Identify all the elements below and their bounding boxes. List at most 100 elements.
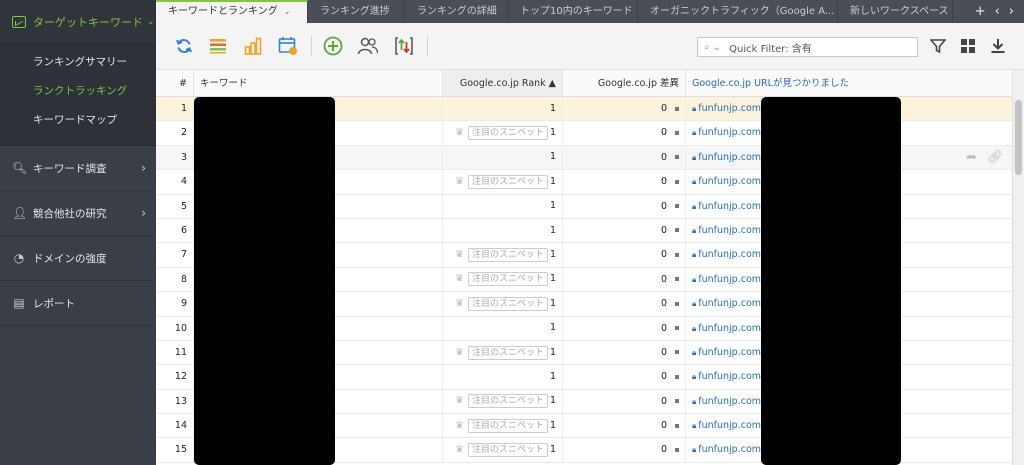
chevron-right-icon[interactable]: ›: [1009, 4, 1014, 19]
sidebar-subitem-ranking-summary[interactable]: ランキングサマリー: [0, 48, 156, 77]
sidebar-item-report[interactable]: ▤ レポート: [0, 281, 156, 326]
snippet-label: 注目のスニペット: [467, 394, 548, 409]
crown-icon: ♛: [454, 273, 464, 285]
users-icon[interactable]: [357, 35, 379, 57]
tab-ranking-progress[interactable]: ランキング進捗: [308, 0, 405, 23]
cell-num: 6: [156, 218, 194, 243]
url-value[interactable]: funfunjp.com/: [698, 127, 764, 138]
featured-snippet-badge: ♛ 注目のスニペット: [455, 268, 548, 291]
add-tab-icon[interactable]: +: [975, 4, 986, 19]
sidebar-subitem-rank-tracking[interactable]: ランクトラッキング: [0, 77, 156, 106]
tab-new-workspace[interactable]: 新しいワークスペース: [838, 0, 953, 23]
url-value[interactable]: funfunjp.com/: [698, 152, 764, 163]
diff-value: 0: [660, 200, 667, 212]
url-value[interactable]: funfunjp.com/: [698, 444, 764, 455]
cell-num: 8: [156, 267, 194, 292]
row-actions: ➦ 🔗︎: [966, 150, 1003, 165]
diff-value: 0: [660, 249, 667, 261]
cell-diff: 0: [563, 340, 686, 365]
url-value[interactable]: funfunjp.com/: [698, 298, 764, 309]
snippet-label: 注目のスニペット: [467, 296, 548, 311]
url-value[interactable]: funfunjp.com/: [698, 103, 764, 114]
tab-label: キーワードとランキング: [168, 6, 278, 17]
chevron-right-icon: ›: [141, 161, 146, 175]
cell-rank: 1: [443, 218, 563, 243]
url-value[interactable]: funfunjp.com/: [698, 420, 764, 431]
lock-icon: 🔒︎: [692, 372, 697, 382]
quick-filter-input[interactable]: ⌕ ⌄ Quick Filter: 含有: [697, 37, 918, 57]
report-icon: ▤: [13, 296, 25, 310]
diff-value: 0: [660, 127, 667, 139]
col-header-num[interactable]: #: [156, 70, 194, 96]
lock-icon: 🔒︎: [692, 347, 697, 357]
download-icon[interactable]: [987, 35, 1009, 57]
tab-organic-traffic[interactable]: オーガニックトラフィック（Google A...: [638, 0, 838, 23]
chevron-left-icon[interactable]: ‹: [995, 4, 1000, 19]
list-icon[interactable]: [207, 35, 229, 57]
rank-value: 1: [549, 249, 556, 261]
diff-value: 0: [660, 176, 667, 188]
filter-icon[interactable]: [927, 35, 949, 57]
chevron-down-icon[interactable]: ⌄: [284, 7, 291, 16]
lock-icon: 🔒︎: [692, 128, 697, 138]
crown-icon: ♛: [454, 419, 464, 431]
sidebar-item-competitor-research[interactable]: 👤︎ 競合他社の研究 ›: [0, 191, 156, 236]
col-header-url[interactable]: Google.co.jp URLが見つかりました: [686, 70, 1012, 96]
grid-layout-icon[interactable]: [957, 35, 979, 57]
sidebar-item-keyword-research[interactable]: 🔍︎ キーワード調査 ›: [0, 146, 156, 191]
vertical-scrollbar[interactable]: [1012, 70, 1024, 465]
sidebar-item-target-keywords[interactable]: ターゲットキーワード ⌄: [0, 0, 156, 44]
url-value[interactable]: funfunjp.com/: [698, 347, 764, 358]
tab-ranking-details[interactable]: ランキングの詳細: [405, 0, 508, 23]
refresh-icon[interactable]: [173, 35, 195, 57]
cell-num: 10: [156, 316, 194, 340]
rank-value: 1: [549, 151, 556, 163]
snippet-label: 注目のスニペット: [467, 418, 548, 433]
url-value[interactable]: funfunjp.com/: [698, 249, 764, 260]
redaction-block-urls: [761, 97, 901, 465]
cell-rank: 1: [443, 145, 563, 170]
url-value[interactable]: funfunjp.com/: [698, 371, 764, 382]
url-value[interactable]: funfunjp.com/: [698, 176, 764, 187]
no-change-icon: [675, 374, 679, 379]
tab-top10-keywords[interactable]: トップ10内のキーワード: [508, 0, 638, 23]
sort-rank-icon[interactable]: [393, 35, 415, 57]
link-icon[interactable]: 🔗︎: [987, 150, 1004, 165]
toolbar-divider: [311, 36, 312, 56]
url-value[interactable]: funfunjp.com/: [698, 323, 764, 334]
diff-value: 0: [660, 444, 667, 456]
sidebar-subitem-keyword-map[interactable]: キーワードマップ: [0, 106, 156, 135]
rank-value: 1: [549, 273, 556, 285]
cell-num: 7: [156, 243, 194, 267]
url-value[interactable]: funfunjp.com/: [698, 274, 764, 285]
featured-snippet-badge: ♛ 注目のスニペット: [455, 390, 548, 413]
col-header-keyword[interactable]: キーワード: [194, 70, 443, 96]
rank-value: 1: [549, 419, 556, 431]
share-icon[interactable]: ➦: [966, 150, 977, 165]
scrollbar-thumb[interactable]: [1015, 100, 1022, 175]
cell-diff: 0: [563, 170, 686, 194]
no-change-icon: [675, 179, 679, 184]
cell-rank: ♛ 注目のスニペット 1: [443, 170, 563, 194]
cell-diff: 0: [563, 194, 686, 218]
tab-keywords-rankings[interactable]: キーワードとランキング ⌄: [156, 0, 308, 23]
sidebar: ターゲットキーワード ⌄ ランキングサマリー ランクトラッキング キーワードマッ…: [0, 0, 156, 465]
crown-icon: ♛: [454, 297, 464, 309]
url-value[interactable]: funfunjp.com/: [698, 396, 764, 407]
cell-rank: ♛ 注目のスニペット 1: [443, 438, 563, 462]
col-header-diff[interactable]: Google.co.jp 差異: [563, 70, 686, 96]
snippet-label: 注目のスニペット: [467, 126, 548, 141]
no-change-icon: [675, 350, 679, 355]
sidebar-item-domain-strength[interactable]: ◔ ドメインの強度: [0, 236, 156, 281]
calendar-icon[interactable]: [277, 35, 299, 57]
toolbar: ⌕ ⌄ Quick Filter: 含有: [156, 23, 1024, 70]
quick-filter-label: Quick Filter: 含有: [729, 43, 812, 55]
url-value[interactable]: funfunjp.com/: [698, 225, 764, 236]
bar-chart-icon[interactable]: [242, 35, 264, 57]
rank-value: 1: [549, 297, 556, 309]
col-header-rank[interactable]: Google.co.jp Rank ▲: [443, 70, 563, 96]
sidebar-item-label: キーワード調査: [33, 162, 107, 175]
cell-rank: ♛ 注目のスニペット 1: [443, 389, 563, 414]
url-value[interactable]: funfunjp.com/: [698, 201, 764, 212]
add-keyword-icon[interactable]: [322, 35, 344, 57]
